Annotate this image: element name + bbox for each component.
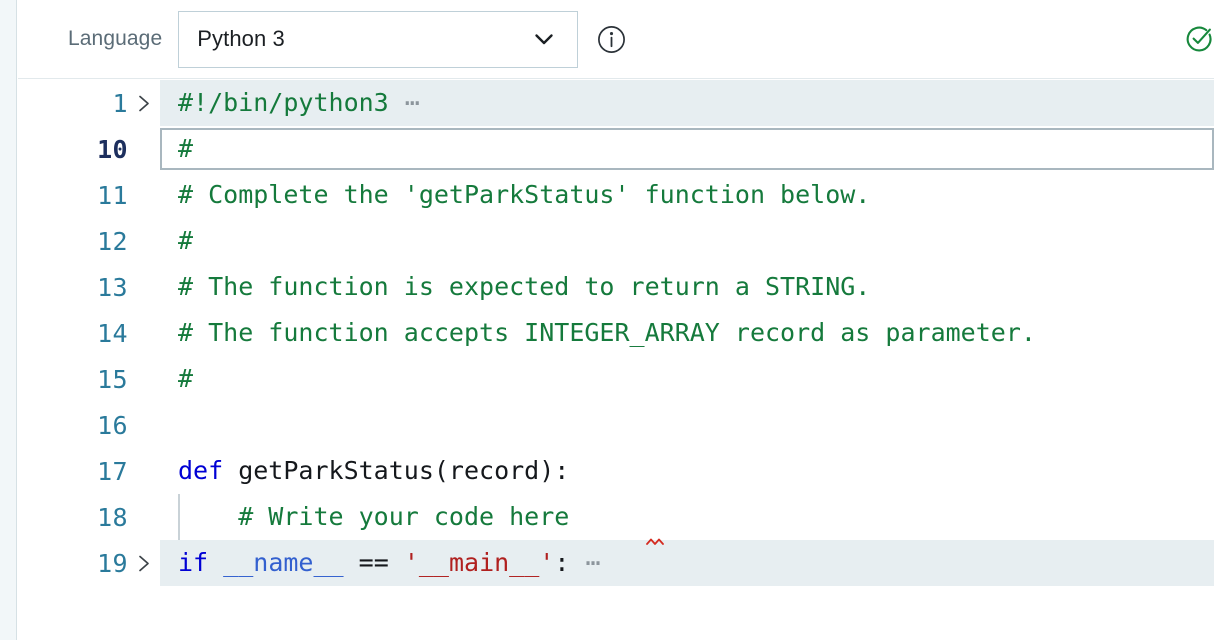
- language-select[interactable]: Python 3: [178, 10, 579, 68]
- code-token-ellipsis: ⋯: [569, 548, 602, 577]
- line-number: 10: [97, 134, 128, 164]
- line-number: 18: [97, 502, 128, 532]
- info-circle-icon[interactable]: [597, 25, 626, 54]
- code-line-text[interactable]: #: [160, 218, 193, 264]
- line-number: 19: [97, 548, 128, 578]
- error-squiggle-icon: [646, 531, 668, 545]
- line-number: 13: [97, 272, 128, 302]
- code-line[interactable]: 16: [18, 402, 1214, 448]
- code-line-text[interactable]: # The function is expected to return a S…: [160, 264, 870, 310]
- code-line-text[interactable]: def getParkStatus(record):: [160, 448, 569, 494]
- code-line-text[interactable]: # Complete the 'getParkStatus' function …: [160, 172, 870, 218]
- line-number: 17: [97, 456, 128, 486]
- code-line[interactable]: 1 #!/bin/python3 ⋯: [18, 80, 1214, 126]
- code-token-string: '__main__': [403, 548, 555, 577]
- code-token-plain: :: [554, 548, 570, 577]
- code-token-comment: # The function is expected to return a S…: [178, 272, 871, 301]
- line-number: 1: [112, 88, 128, 118]
- code-token-comment: #: [178, 134, 194, 163]
- code-line[interactable]: 19 if __name__ == '__main__': ⋯: [18, 540, 1214, 586]
- code-line[interactable]: 12 #: [18, 218, 1214, 264]
- code-line-text[interactable]: #!/bin/python3 ⋯: [160, 80, 421, 126]
- line-number: 14: [97, 318, 128, 348]
- code-token-comment: # Complete the 'getParkStatus' function …: [178, 180, 871, 209]
- chevron-down-icon[interactable]: [533, 28, 555, 50]
- editor-header: Language Python 3: [18, 0, 1214, 79]
- code-token-comment: # Write your code here: [178, 502, 570, 531]
- code-token-dunder: __name__: [223, 548, 344, 577]
- code-line[interactable]: 11 # Complete the 'getParkStatus' functio…: [18, 172, 1214, 218]
- code-token-keyword: def: [178, 456, 224, 485]
- code-token-comment: #: [178, 226, 194, 255]
- code-editor-content[interactable]: 1 #!/bin/python3 ⋯ 10 #11 # Complete the 'ge…: [18, 80, 1214, 640]
- code-line[interactable]: 14 # The function accepts INTEGER_ARRAY r…: [18, 310, 1214, 356]
- code-token-comment: # The function accepts INTEGER_ARRAY rec…: [178, 318, 1036, 347]
- code-line-text[interactable]: if __name__ == '__main__': ⋯: [160, 540, 602, 586]
- code-fold-chevron-icon[interactable]: [128, 94, 160, 113]
- code-token-comment: #!/bin/python3: [178, 88, 389, 117]
- line-number: 12: [97, 226, 128, 256]
- language-label: Language: [68, 27, 163, 50]
- line-number: 16: [97, 410, 128, 440]
- code-fold-chevron-icon[interactable]: [128, 554, 160, 573]
- code-token-plain: getParkStatus(record):: [223, 456, 570, 485]
- code-line-text[interactable]: #: [160, 356, 193, 402]
- code-token-comment: #: [178, 364, 194, 393]
- code-token-operator: ==: [358, 548, 389, 577]
- code-line[interactable]: 15 #: [18, 356, 1214, 402]
- code-line[interactable]: 13 # The function is expected to return a…: [18, 264, 1214, 310]
- code-line-text[interactable]: # Write your code here: [160, 494, 569, 540]
- code-line[interactable]: 10 #: [18, 126, 1214, 172]
- left-rail: [0, 0, 17, 640]
- code-line-text[interactable]: # The function accepts INTEGER_ARRAY rec…: [160, 310, 1036, 356]
- language-select-value: Python 3: [197, 26, 285, 51]
- line-number: 11: [97, 180, 128, 210]
- code-line[interactable]: 18 # Write your code here: [18, 494, 1214, 545]
- check-circle-icon: [1185, 25, 1213, 53]
- line-number: 15: [97, 364, 128, 394]
- code-token-ellipsis: ⋯: [388, 88, 421, 117]
- code-line[interactable]: 17 def getParkStatus(record):: [18, 448, 1214, 494]
- autocomplete-status: Aut: [1185, 25, 1214, 54]
- active-line-outline: [160, 128, 1214, 170]
- code-token-keyword: if: [178, 548, 209, 577]
- code-line-text[interactable]: #: [160, 126, 193, 172]
- code-editor-panel: Language Python 3 1 #!/bin/python3 ⋯ 10 …: [0, 0, 1214, 640]
